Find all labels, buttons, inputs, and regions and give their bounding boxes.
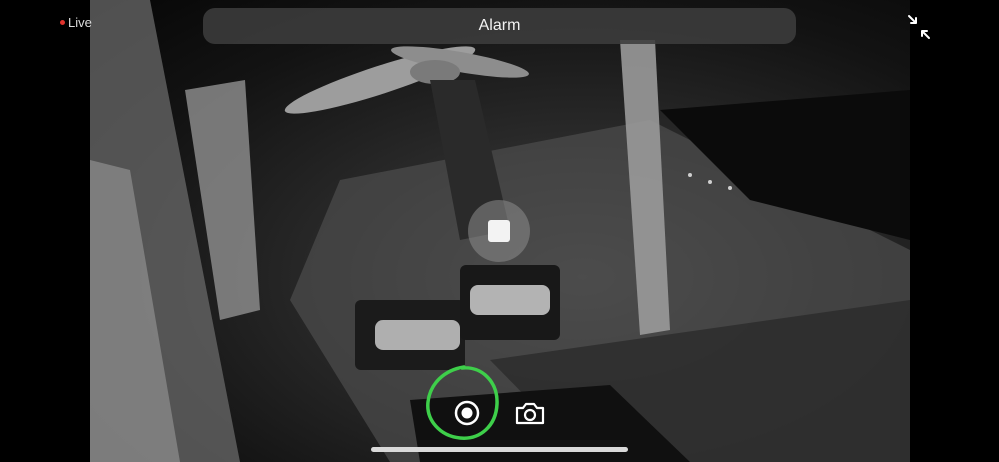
page-title: Alarm — [478, 17, 521, 34]
live-label: Live — [68, 15, 92, 30]
live-dot-icon — [60, 20, 65, 25]
snapshot-button[interactable] — [514, 400, 546, 426]
title-bar: Alarm — [203, 8, 796, 44]
camera-icon — [515, 402, 545, 425]
stop-square-icon — [488, 220, 510, 242]
live-indicator: Live — [60, 15, 92, 30]
minimize-button[interactable] — [905, 14, 933, 40]
record-icon — [454, 400, 480, 426]
record-button[interactable] — [451, 397, 483, 429]
minimize-arrows-icon — [908, 15, 930, 39]
camera-live-view: Live Alarm — [0, 0, 999, 462]
stop-button[interactable] — [468, 200, 530, 262]
home-indicator[interactable] — [371, 447, 628, 452]
